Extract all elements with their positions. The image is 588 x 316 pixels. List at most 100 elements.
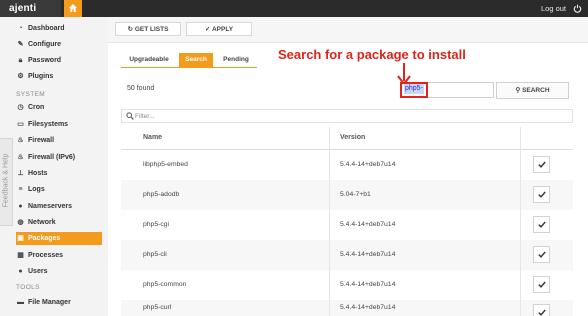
sidebar-item-dashboard[interactable]: ◔ Dashboard — [16, 22, 102, 35]
refresh-icon: ↻ — [127, 26, 135, 33]
package-name: php5-common — [143, 281, 187, 288]
sidebar-item-label: Configure — [28, 41, 62, 48]
search-icon — [126, 112, 134, 120]
search-button[interactable]: ⚲ SEARCH — [496, 82, 569, 99]
package-version: 5.4.4-14+deb7u14 — [340, 304, 396, 311]
column-header-version[interactable]: Version — [340, 127, 365, 149]
sitemap-icon: ⊥ — [17, 170, 24, 177]
sidebar-item-label: Users — [28, 268, 48, 275]
results-count: 50 found — [127, 85, 155, 92]
sidebar-item-cron[interactable]: ◷ Cron — [16, 101, 102, 114]
install-checkbox[interactable] — [533, 246, 550, 263]
table-row[interactable]: php5-cli 5.4.4-14+deb7u14 — [121, 240, 573, 270]
sidebar-item-processes[interactable]: ▦ Processes — [16, 249, 102, 262]
home-icon — [69, 4, 77, 12]
sidebar-item-firewall[interactable]: ♨ Firewall — [16, 134, 102, 147]
check-icon — [538, 251, 546, 258]
top-bar: ajenti Log out — [0, 0, 588, 17]
get-lists-button[interactable]: ↻ GET LISTS — [115, 22, 181, 36]
sidebar-item-plugins[interactable]: ⚙ Plugins — [16, 70, 102, 83]
app-logo[interactable]: ajenti — [0, 0, 61, 17]
sidebar-item-hosts[interactable]: ⊥ Hosts — [16, 167, 102, 180]
sidebar-item-filesystems[interactable]: ▭ Filesystems — [16, 118, 102, 131]
sidebar-item-label: Packages — [28, 235, 61, 242]
package-name: php5-cgi — [143, 221, 170, 228]
sidebar-item-firewall-ipv6[interactable]: ♨ Firewall (IPv6) — [16, 151, 102, 164]
list-icon: ≡ — [18, 186, 23, 193]
sidebar-item-label: Nameservers — [28, 203, 72, 210]
sidebar-item-label: Firewall — [28, 137, 55, 144]
sidebar-item-label: Filesystems — [28, 121, 69, 128]
annotation-text: Search for a package to install — [278, 47, 466, 62]
user-icon: ● — [18, 268, 23, 275]
th-icon: ▦ — [17, 252, 24, 259]
sidebar-item-users[interactable]: ● Users — [16, 265, 102, 278]
globe-icon: ◍ — [17, 219, 24, 226]
toolbar: ↻ GET LISTS ✓ APPLY — [108, 17, 588, 43]
search-button-label: SEARCH — [522, 87, 550, 94]
sidebar-item-logs[interactable]: ≡ Logs — [16, 183, 102, 196]
tab-underline — [121, 67, 257, 68]
sidebar-item-file-manager[interactable]: ▬ File Manager — [16, 296, 102, 309]
sidebar-item-label: Dashboard — [28, 25, 65, 32]
install-checkbox[interactable] — [533, 304, 550, 316]
sidebar-item-password[interactable]: 🔒︎ Password — [16, 54, 102, 67]
check-icon — [538, 191, 546, 198]
tab-upgradeable[interactable]: Upgradeable — [121, 53, 177, 67]
sidebar-item-label: Password — [28, 57, 62, 64]
sidebar-item-configure[interactable]: ✎ Configure — [16, 38, 102, 51]
check-icon — [538, 221, 546, 228]
install-checkbox[interactable] — [533, 156, 550, 173]
install-checkbox[interactable] — [533, 276, 550, 293]
search-query-text[interactable]: php5- — [404, 84, 424, 94]
package-version: 5.4.4-14+deb7u14 — [340, 221, 396, 228]
install-checkbox[interactable] — [533, 216, 550, 233]
home-button[interactable] — [64, 0, 82, 17]
install-checkbox[interactable] — [533, 186, 550, 203]
package-name: php5-adodb — [143, 191, 180, 198]
sidebar: ◔ Dashboard ✎ Configure 🔒︎ Password ⚙ Plugin… — [0, 17, 108, 316]
sidebar-item-label: Network — [28, 219, 56, 226]
feedback-tab[interactable]: Feedback & Help — [0, 138, 13, 226]
sidebar-item-label: File Manager — [28, 299, 71, 306]
package-name: php5-cli — [143, 251, 167, 258]
apply-button[interactable]: ✓ APPLY — [186, 22, 252, 36]
power-icon[interactable] — [573, 4, 582, 13]
gears-icon: ⚙ — [17, 73, 24, 80]
dashboard-icon: ◔ — [18, 25, 23, 32]
package-version: 5.4.4-14+deb7u14 — [340, 251, 396, 258]
column-divider — [329, 127, 330, 316]
sidebar-item-packages[interactable]: ▣ Packages — [16, 232, 102, 245]
sidebar-item-nameservers[interactable]: ● Nameservers — [16, 200, 102, 213]
sidebar-item-label: Plugins — [28, 73, 54, 80]
sidebar-item-label: Hosts — [28, 170, 48, 177]
feedback-label: Feedback & Help — [2, 153, 10, 208]
sidebar-item-label: Firewall (IPv6) — [28, 154, 76, 161]
fire-icon: ♨ — [17, 154, 24, 161]
column-header-name[interactable]: Name — [143, 127, 162, 149]
package-version: 5.04-7+b1 — [340, 191, 371, 198]
table-row[interactable]: php5-curl 5.4.4-14+deb7u14 — [121, 300, 573, 316]
get-lists-label: GET LISTS — [134, 26, 169, 33]
logout-link[interactable]: Log out — [541, 0, 566, 17]
check-icon — [538, 281, 546, 288]
filter-input[interactable]: Filter... — [121, 109, 573, 123]
hdd-icon: ▭ — [17, 121, 24, 128]
column-divider — [520, 127, 521, 316]
package-name: php5-curl — [143, 304, 172, 311]
package-version: 5.4.4-14+deb7u14 — [340, 281, 396, 288]
packages-table: Name Version libphp5-embed 5.4.4-14+deb7… — [121, 127, 573, 316]
sidebar-item-label: Cron — [28, 104, 45, 111]
table-row[interactable]: php5-cgi 5.4.4-14+deb7u14 — [121, 210, 573, 240]
table-row[interactable]: php5-adodb 5.04-7+b1 — [121, 180, 573, 210]
folder-icon: ▬ — [17, 299, 24, 306]
sidebar-item-label: Logs — [28, 186, 45, 193]
filter-placeholder: Filter... — [135, 113, 155, 120]
package-version: 5.4.4-14+deb7u14 — [340, 161, 396, 168]
table-row[interactable]: libphp5-embed 5.4.4-14+deb7u14 — [121, 150, 573, 180]
table-row[interactable]: php5-common 5.4.4-14+deb7u14 — [121, 270, 573, 300]
sidebar-item-network[interactable]: ◍ Network — [16, 216, 102, 229]
tab-search[interactable]: Search — [179, 53, 213, 67]
tab-pending[interactable]: Pending — [215, 53, 257, 67]
lock-icon: 🔒︎ — [18, 57, 23, 64]
